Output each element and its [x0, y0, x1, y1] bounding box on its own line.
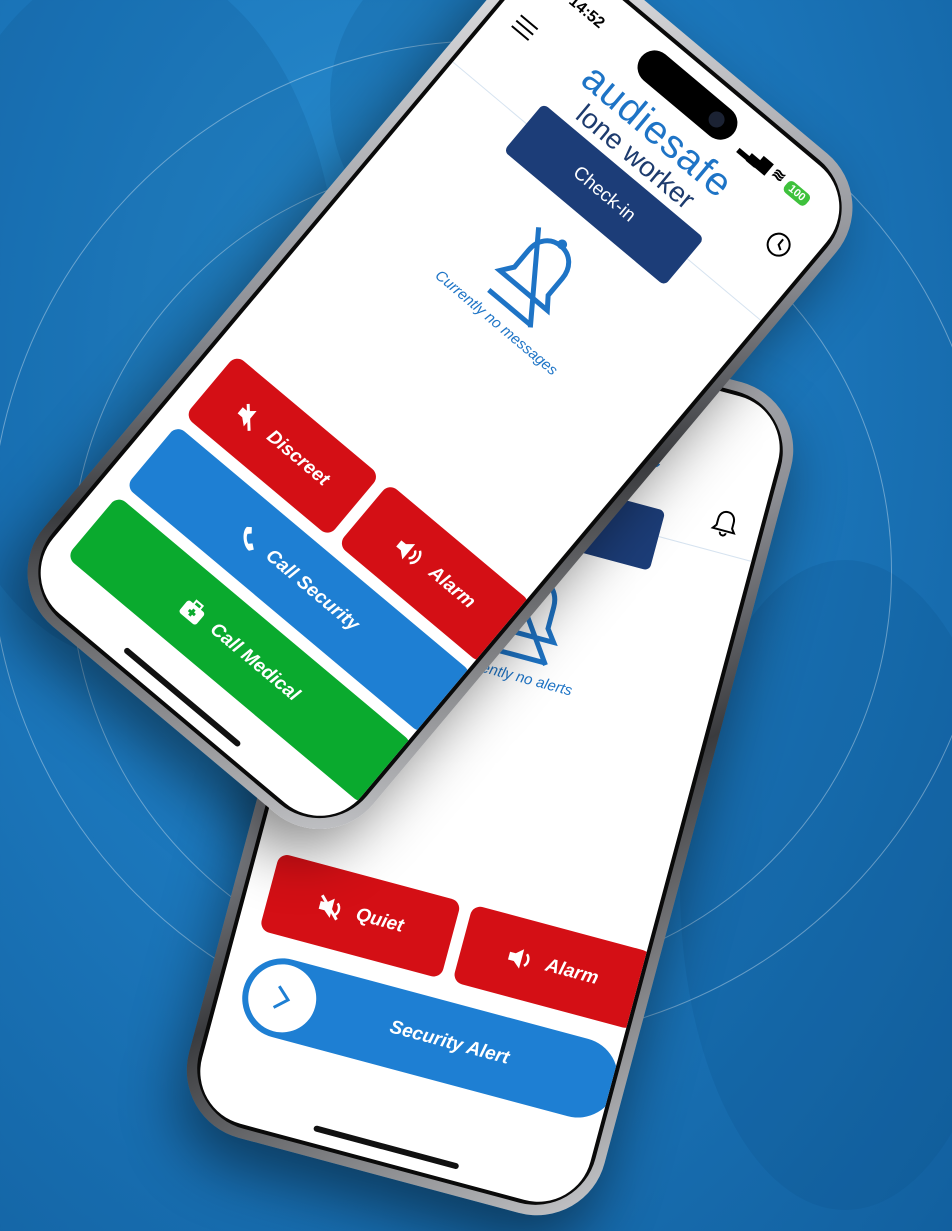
speaker-mute-icon: [231, 400, 268, 436]
speaker-mute-icon: [314, 893, 347, 923]
call-security-label: Call Security: [261, 545, 364, 636]
alarm-label: Alarm: [424, 561, 480, 613]
battery-icon: 100: [781, 178, 813, 208]
call-medical-label: Call Medical: [205, 618, 304, 706]
phone-icon: [234, 523, 266, 556]
discreet-label: Discreet: [262, 425, 334, 491]
medical-kit-icon: [176, 594, 211, 629]
alarm-label: Alarm: [543, 954, 601, 990]
home-indicator: [312, 1125, 460, 1170]
security-alert-label: Security Alert: [387, 1016, 512, 1069]
speaker-loud-icon: [390, 533, 430, 572]
slide-handle-chevron-icon[interactable]: [240, 956, 324, 1040]
quiet-label: Quiet: [353, 903, 406, 937]
speaker-loud-icon: [504, 943, 537, 973]
signal-icon: ▂▄▆: [736, 139, 776, 176]
status-time: 14:52: [565, 0, 608, 32]
